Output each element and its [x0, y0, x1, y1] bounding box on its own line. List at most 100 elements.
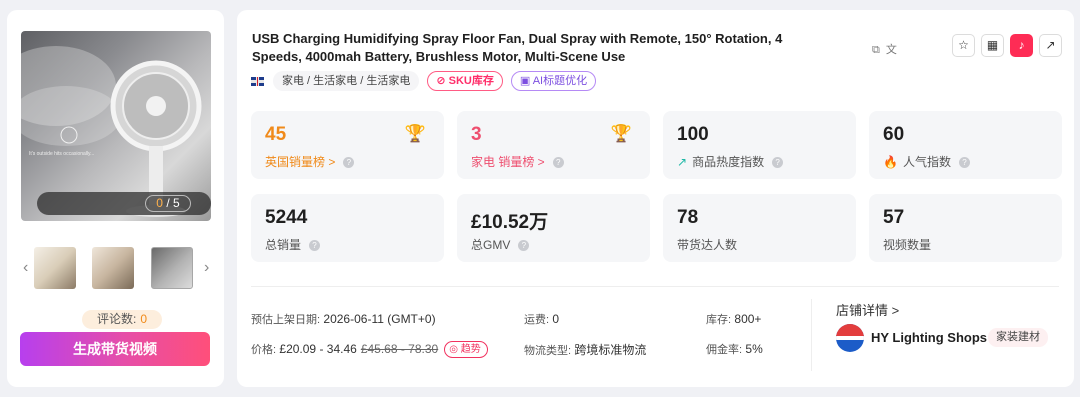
vertical-divider [811, 299, 812, 371]
stat-heat-index-label: ↗ 商品热度指数? [677, 153, 784, 170]
price: 价格: £20.09 - 34.46 £45.68 - 78.30 ◎ 趋势 [251, 341, 488, 358]
price-label: 价格: [251, 344, 277, 356]
stat-category-rank-value: 3 [471, 124, 482, 145]
copy-icon[interactable]: ⧉ [872, 44, 880, 56]
ai-title-label: AI标题优化 [532, 75, 588, 87]
stat-creators: 78 带货达人数 [663, 194, 856, 262]
help-icon[interactable]: ? [518, 240, 530, 251]
review-count-label: 评论数: [96, 312, 137, 326]
product-detail-card: USB Charging Humidifying Spray Floor Fan… [237, 10, 1074, 387]
thumbnail-1[interactable] [34, 247, 76, 289]
stock: 库存: 800+ [706, 311, 761, 327]
stat-popularity-value: 60 [883, 124, 905, 145]
stat-popularity-label-text: 人气指数 [902, 155, 951, 169]
product-main-image[interactable]: It's outside hits occasionally... 0 / 5 [21, 31, 211, 221]
uk-flag-icon [251, 76, 264, 86]
help-icon[interactable]: ? [343, 157, 355, 168]
shipping-label: 运费: [524, 314, 550, 326]
listing-date: 预估上架日期: 2026-06-11 (GMT+0) [251, 311, 436, 327]
category-tag[interactable]: 家电 / 生活家电 / 生活家电 [273, 71, 420, 91]
sku-stock-label: SKU库存 [448, 75, 494, 87]
stat-heat-index: 100 ↗ 商品热度指数? [663, 111, 856, 179]
stat-videos-value: 57 [883, 207, 905, 228]
thumbnail-strip: ‹ › [23, 247, 213, 291]
stat-uk-rank-label: 英国销量榜 >? [265, 153, 355, 170]
commission-label: 佣金率: [706, 344, 743, 356]
stat-creators-value: 78 [677, 207, 699, 228]
stat-heat-index-value: 100 [677, 124, 709, 145]
shipping-value: 0 [552, 312, 560, 326]
help-icon[interactable]: ? [309, 240, 321, 251]
chevron-left-icon[interactable]: ‹ [23, 259, 28, 277]
stock-label: 库存: [706, 314, 732, 326]
stat-total-sales-label: 总销量? [265, 236, 321, 253]
image-counter: 0 / 5 [145, 195, 191, 212]
action-buttons: ☆ ▦ ♪ ↗ [946, 34, 1062, 57]
section-divider [251, 286, 1059, 287]
title-tools: ⧉ 文 [872, 41, 903, 57]
stat-total-gmv-value: £10.52万 [471, 212, 549, 233]
thumbnail-3[interactable] [151, 247, 193, 289]
help-icon[interactable]: ? [958, 157, 970, 168]
qr-code-icon[interactable]: ▦ [981, 34, 1004, 57]
stat-uk-rank-value: 45 [265, 124, 287, 145]
trend-label: 趋势 [460, 344, 481, 355]
chevron-right-icon[interactable]: › [204, 259, 209, 277]
image-counter-separator: / [166, 196, 170, 210]
stat-uk-rank-label-text: 英国销量榜 > [265, 155, 336, 169]
translate-icon[interactable]: 文 [886, 44, 897, 56]
ai-title-tag[interactable]: ▣ AI标题优化 [510, 71, 597, 91]
shop-logo[interactable] [836, 324, 864, 352]
logistics-label: 物流类型: [524, 345, 572, 357]
trend-up-icon: ↗ [677, 155, 688, 169]
sku-stock-tag[interactable]: ⊘ SKU库存 [427, 71, 503, 91]
stat-popularity-label: 🔥 人气指数? [883, 153, 970, 170]
commission: 佣金率: 5% [706, 341, 763, 357]
stat-videos: 57 视频数量 [869, 194, 1062, 262]
stat-popularity: 60 🔥 人气指数? [869, 111, 1062, 179]
thumbnail-2[interactable] [92, 247, 134, 289]
stat-total-gmv-label-text: 总GMV [471, 238, 511, 252]
svg-text:It's outside hits occasionally: It's outside hits occasionally... [29, 151, 94, 157]
stat-total-sales: 5244 总销量? [251, 194, 444, 262]
trend-icon: ◎ [449, 344, 458, 355]
stat-category-rank-label: 家电 销量榜 >? [471, 153, 564, 170]
trend-button[interactable]: ◎ 趋势 [444, 341, 488, 358]
stat-category-rank[interactable]: 3 家电 销量榜 >? 🏆 [457, 111, 650, 179]
flame-icon: 🔥 [883, 155, 898, 169]
logistics-value: 跨境标准物流 [574, 343, 647, 357]
stat-total-sales-value: 5244 [265, 207, 308, 228]
tiktok-icon[interactable]: ♪ [1010, 34, 1033, 57]
price-value: £20.09 - 34.46 [279, 342, 357, 356]
shop-name[interactable]: HY Lighting Shops [871, 330, 987, 345]
stock-value: 800+ [734, 312, 762, 326]
shop-details-link[interactable]: 店铺详情 > [836, 300, 899, 319]
image-counter-current: 0 [156, 196, 163, 210]
stat-uk-rank[interactable]: 45 英国销量榜 >? 🏆 [251, 111, 444, 179]
trophy-icon: 🏆 [610, 124, 632, 143]
image-counter-total: 5 [173, 196, 180, 210]
image-counter-bar: 0 / 5 [37, 192, 211, 215]
generate-video-button[interactable]: 生成带货视频 [20, 332, 210, 366]
stat-total-gmv: £10.52万 总GMV? [457, 194, 650, 262]
help-icon[interactable]: ? [552, 157, 564, 168]
product-title: USB Charging Humidifying Spray Floor Fan… [252, 31, 783, 64]
review-count-badge: 评论数: 0 [82, 310, 162, 329]
stat-total-gmv-label: 总GMV? [471, 236, 530, 253]
original-price: £45.68 - 78.30 [360, 342, 439, 356]
stat-total-sales-label-text: 总销量 [265, 238, 302, 252]
stat-heat-index-label-text: 商品热度指数 [692, 155, 765, 169]
product-gallery-card: It's outside hits occasionally... 0 / 5 … [7, 10, 224, 387]
stat-videos-label: 视频数量 [883, 238, 932, 252]
review-count-value: 0 [140, 312, 148, 326]
favorite-star-icon[interactable]: ☆ [952, 34, 975, 57]
commission-value: 5% [745, 342, 763, 356]
listing-date-value: 2026-06-11 (GMT+0) [323, 312, 436, 326]
listing-date-label: 预估上架日期: [251, 314, 321, 326]
shop-category-badge: 家装建材 [988, 328, 1048, 347]
shipping-fee: 运费: 0 [524, 311, 559, 327]
product-tags: 家电 / 生活家电 / 生活家电 ⊘ SKU库存 ▣ AI标题优化 [251, 71, 597, 91]
logistics: 物流类型: 跨境标准物流 [524, 341, 646, 358]
external-link-icon[interactable]: ↗ [1039, 34, 1062, 57]
help-icon[interactable]: ? [772, 157, 784, 168]
